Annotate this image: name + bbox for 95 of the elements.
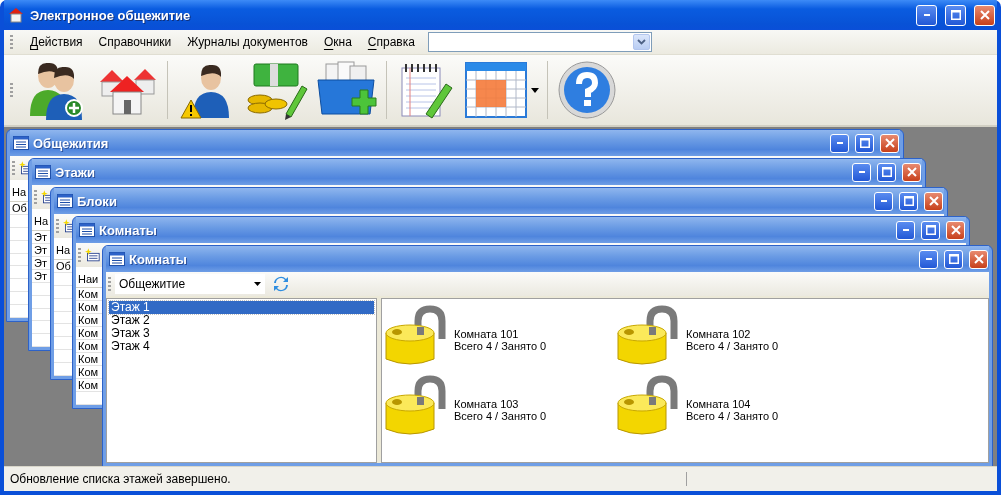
close-button[interactable] (974, 4, 995, 26)
table-icon (35, 165, 51, 179)
maximize-button[interactable] (877, 162, 896, 182)
menu-item[interactable]: Журналы документов (180, 33, 315, 51)
floor-item[interactable]: Этаж 1 (109, 301, 374, 314)
maximize-button[interactable] (945, 4, 966, 26)
window-title: Электронное общежитие (30, 7, 192, 23)
close-button[interactable] (924, 191, 943, 211)
close-icon (906, 167, 917, 177)
close-button[interactable] (880, 133, 899, 153)
minimize-icon (902, 229, 909, 231)
menu-item[interactable]: Окна (316, 33, 359, 51)
table-cell: Ком (78, 353, 99, 366)
table-icon (13, 136, 29, 150)
room-occupancy: Всего 4 / Занято 0 (686, 340, 779, 352)
house-icon (8, 7, 24, 23)
refresh-icon (273, 276, 289, 292)
column-header: На (12, 186, 27, 199)
maximize-icon (948, 254, 959, 264)
close-button[interactable] (902, 162, 921, 182)
help-icon (557, 60, 617, 120)
table-cell: Ком (78, 366, 99, 379)
new-item-icon (85, 248, 100, 262)
table-cell: Эт (34, 230, 47, 243)
dropdown-button[interactable] (632, 34, 650, 50)
table-cell: Ком (78, 288, 99, 301)
room-name: Комната 103 (454, 398, 520, 410)
close-icon (884, 138, 895, 148)
room-name: Комната 104 (686, 398, 752, 410)
minimize-button[interactable] (919, 249, 938, 269)
close-icon (928, 196, 939, 206)
room-name: Комната 102 (686, 328, 752, 340)
money-pencil-icon (246, 60, 308, 120)
floor-item[interactable]: Этаж 3 (109, 327, 374, 340)
maximize-icon (859, 138, 870, 148)
maximize-button[interactable] (899, 191, 918, 211)
table-icon (57, 194, 73, 208)
table-cell: Эт (34, 269, 47, 282)
close-icon (973, 254, 984, 264)
chevron-down-icon (636, 39, 646, 45)
minimize-icon (880, 200, 887, 202)
room-occupancy: Всего 4 / Занято 0 (454, 340, 547, 352)
close-button[interactable] (969, 249, 988, 269)
maximize-button[interactable] (921, 220, 940, 240)
table-cell: Ком (78, 327, 99, 340)
maximize-icon (881, 167, 892, 177)
maximize-icon (950, 10, 961, 20)
child-window-title: Общежития (33, 135, 110, 151)
table-icon (109, 252, 125, 266)
room-occupancy: Всего 4 / Занято 0 (686, 410, 779, 422)
close-icon (950, 225, 961, 235)
floor-item[interactable]: Этаж 2 (109, 314, 374, 327)
menu-item[interactable]: Действия (23, 33, 90, 51)
search-combo[interactable] (427, 32, 652, 52)
floor-item[interactable]: Этаж 4 (109, 340, 374, 353)
minimize-button[interactable] (830, 133, 849, 153)
table-cell: Ком (78, 301, 99, 314)
minimize-icon (858, 171, 865, 173)
column-header: На (56, 244, 71, 257)
caret-icon (254, 282, 261, 286)
table-cell: Об (12, 201, 27, 214)
table-cell: Эт (34, 243, 47, 256)
table-icon (79, 223, 95, 237)
table-cell: Ком (78, 340, 99, 353)
minimize-icon (923, 14, 930, 16)
minimize-icon (836, 142, 843, 144)
room-occupancy: Всего 4 / Занято 0 (454, 410, 547, 422)
child-window-title: Блоки (77, 193, 118, 209)
child-window-title: Комнаты (99, 222, 158, 238)
dormitory-dropdown[interactable]: Общежитие (115, 274, 265, 294)
status-text: Обновление списка этажей завершено. (4, 472, 687, 486)
close-button[interactable] (946, 220, 965, 240)
minimize-button[interactable] (874, 191, 893, 211)
maximize-icon (925, 225, 936, 235)
maximize-button[interactable] (944, 249, 963, 269)
minimize-button[interactable] (916, 4, 937, 26)
table-cell: Эт (34, 256, 47, 269)
room-name: Комната 101 (454, 328, 520, 340)
table-cell: Ком (78, 314, 99, 327)
maximize-icon (903, 196, 914, 206)
table-cell: Об (56, 259, 71, 272)
child-window-title: Комнаты (129, 251, 188, 267)
caret-icon (531, 87, 539, 93)
column-header: Наи (78, 273, 99, 286)
minimize-button[interactable] (852, 162, 871, 182)
minimize-button[interactable] (896, 220, 915, 240)
column-header: На (34, 215, 49, 228)
minimize-icon (925, 258, 932, 260)
maximize-button[interactable] (855, 133, 874, 153)
menu-item[interactable]: Справочники (91, 33, 179, 51)
calendar-icon (465, 62, 527, 118)
table-cell: Ком (78, 379, 99, 392)
child-window-title: Этажи (55, 164, 97, 180)
close-icon (979, 10, 990, 20)
menu-item[interactable]: Справка (360, 33, 422, 51)
